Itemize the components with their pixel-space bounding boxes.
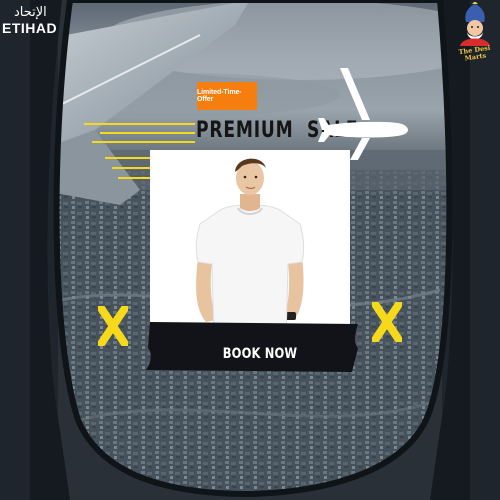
etihad-logo: الإتحاد ETIHAD bbox=[2, 5, 62, 37]
premium-sale-headline: PREMIUM SALE bbox=[196, 118, 359, 143]
etihad-logo-name: ETIHAD bbox=[2, 20, 58, 36]
book-now-button[interactable]: BOOK NOW bbox=[170, 346, 350, 362]
product-image-card[interactable] bbox=[150, 150, 350, 350]
limited-time-offer-badge: Limited-Time-Offer bbox=[197, 82, 257, 110]
yellow-x-icon bbox=[98, 306, 128, 346]
desi-marts-logo: The Desi Marts bbox=[452, 2, 498, 68]
etihad-logo-arabic: الإتحاد bbox=[14, 5, 47, 20]
ad-banner: الإتحاد ETIHAD The Desi Marts Limited-Ti… bbox=[0, 0, 500, 500]
white-t-shirt-model-image bbox=[150, 150, 350, 350]
yellow-x-icon bbox=[372, 302, 402, 342]
